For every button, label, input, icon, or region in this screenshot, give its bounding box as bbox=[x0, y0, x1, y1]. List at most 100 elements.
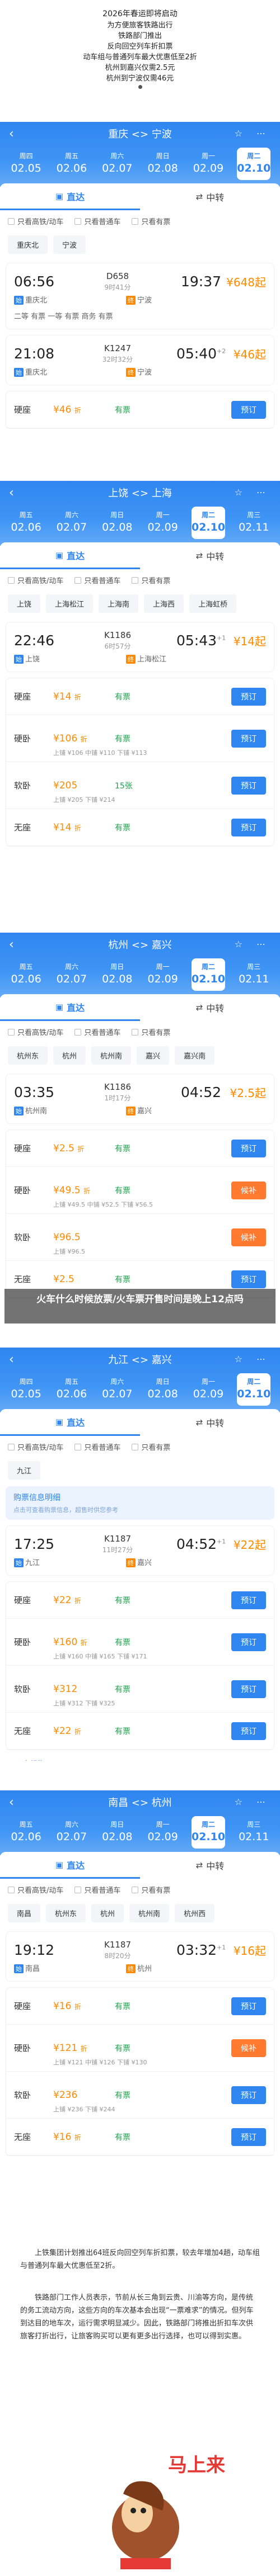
tab-transfer[interactable]: ⇄ 中转 bbox=[140, 183, 280, 210]
book-button[interactable]: 预订 bbox=[231, 400, 266, 419]
header-menu-icons[interactable]: ☆ ⋯ bbox=[235, 128, 271, 139]
book-button[interactable]: 预订 bbox=[231, 2086, 266, 2104]
date-option[interactable]: 周六 02.07 bbox=[100, 1373, 134, 1406]
station-chip[interactable]: 杭州南 bbox=[91, 1046, 132, 1065]
station-chip[interactable]: 杭州西 bbox=[175, 1904, 215, 1922]
station-chip[interactable]: 南昌 bbox=[8, 1904, 41, 1922]
back-arrow-icon[interactable]: ‹ bbox=[9, 127, 14, 141]
date-option[interactable]: 周二 02.10 bbox=[237, 1373, 270, 1406]
tab-transfer[interactable]: ⇄ 中转 bbox=[140, 994, 280, 1021]
filter-checkbox[interactable]: 只看普通车 bbox=[74, 575, 120, 585]
train-card[interactable]: 17:25 K1187 11时27分 04:52+1 ¥22起始九江终嘉兴 bbox=[6, 1525, 274, 1576]
station-chip[interactable]: 嘉兴 bbox=[137, 1046, 170, 1065]
date-option[interactable]: 周一 02.09 bbox=[146, 958, 180, 991]
station-chip[interactable]: 上饶 bbox=[8, 594, 41, 613]
filter-checkbox[interactable]: 只看有票 bbox=[132, 1027, 170, 1037]
filter-checkbox[interactable]: 只看高铁/动车 bbox=[8, 575, 63, 585]
date-option[interactable]: 周五 02.06 bbox=[55, 148, 88, 180]
back-arrow-icon[interactable]: ‹ bbox=[9, 486, 14, 500]
tab-transfer[interactable]: ⇄ 中转 bbox=[140, 542, 280, 569]
station-chip[interactable]: 嘉兴南 bbox=[175, 1046, 215, 1065]
tab-direct[interactable]: ▣ 直达 bbox=[0, 183, 140, 210]
station-chip[interactable]: 杭州 bbox=[53, 1046, 86, 1065]
back-arrow-icon[interactable]: ‹ bbox=[9, 1795, 14, 1809]
book-button[interactable]: 预订 bbox=[231, 776, 266, 795]
book-button[interactable]: 预订 bbox=[231, 1591, 266, 1609]
date-option[interactable]: 周六 02.07 bbox=[55, 1816, 88, 1849]
tab-direct[interactable]: ▣ 直达 bbox=[0, 1852, 140, 1879]
header-menu-icons[interactable]: ☆ ⋯ bbox=[235, 939, 271, 949]
date-option[interactable]: 周一 02.09 bbox=[146, 1816, 180, 1849]
book-button[interactable]: 预订 bbox=[231, 1722, 266, 1740]
date-option[interactable]: 周一 02.09 bbox=[192, 1373, 225, 1406]
book-button[interactable]: 预订 bbox=[231, 687, 266, 706]
date-option[interactable]: 周日 02.08 bbox=[100, 1816, 134, 1849]
tab-direct[interactable]: ▣ 直达 bbox=[0, 1409, 140, 1436]
filter-checkbox[interactable]: 只看普通车 bbox=[74, 1884, 120, 1895]
tab-transfer[interactable]: ⇄ 中转 bbox=[140, 1852, 280, 1879]
header-menu-icons[interactable]: ☆ ⋯ bbox=[235, 1354, 271, 1364]
filter-checkbox[interactable]: 只看高铁/动车 bbox=[8, 216, 63, 226]
tab-transfer[interactable]: ⇄ 中转 bbox=[140, 1409, 280, 1436]
filter-checkbox[interactable]: 只看有票 bbox=[132, 575, 170, 585]
waitlist-button[interactable]: 候补 bbox=[231, 2039, 266, 2057]
station-chip[interactable]: 杭州东 bbox=[8, 1046, 48, 1065]
filter-checkbox[interactable]: 只看高铁/动车 bbox=[8, 1027, 63, 1037]
tab-direct[interactable]: ▣ 直达 bbox=[0, 994, 140, 1021]
date-option[interactable]: 周二 02.10 bbox=[191, 958, 225, 991]
station-chip[interactable]: 重庆北 bbox=[8, 235, 48, 254]
station-chip[interactable]: 上海西 bbox=[144, 594, 184, 613]
date-option[interactable]: 周日 02.08 bbox=[100, 507, 134, 539]
train-card[interactable]: 06:56 D658 9时41分 19:37 ¥648起始重庆北 终宁波 二等 有票 一等 … bbox=[6, 263, 274, 329]
date-option[interactable]: 周五 02.06 bbox=[10, 958, 43, 991]
station-chip[interactable]: 上海虹桥 bbox=[189, 594, 237, 613]
date-option[interactable]: 周一 02.09 bbox=[192, 148, 225, 180]
station-chip[interactable]: 宁波 bbox=[53, 235, 86, 254]
date-option[interactable]: 周六 02.07 bbox=[55, 507, 88, 539]
station-chip[interactable]: 杭州东 bbox=[46, 1904, 86, 1922]
station-chip[interactable]: 杭州南 bbox=[129, 1904, 170, 1922]
back-arrow-icon[interactable]: ‹ bbox=[9, 938, 14, 952]
station-chip[interactable]: 九江 bbox=[8, 1461, 41, 1480]
book-button[interactable]: 预订 bbox=[231, 1997, 266, 2015]
filter-checkbox[interactable]: 只看有票 bbox=[132, 1441, 170, 1452]
date-option[interactable]: 周二 02.10 bbox=[191, 1816, 225, 1849]
filter-checkbox[interactable]: 只看有票 bbox=[132, 216, 170, 226]
date-option[interactable]: 周日 02.08 bbox=[146, 1373, 180, 1406]
date-option[interactable]: 周五 02.06 bbox=[55, 1373, 88, 1406]
header-menu-icons[interactable]: ☆ ⋯ bbox=[235, 487, 271, 498]
date-option[interactable]: 周三 02.11 bbox=[237, 507, 270, 539]
filter-checkbox[interactable]: 只看普通车 bbox=[74, 216, 120, 226]
filter-checkbox[interactable]: 只看高铁/动车 bbox=[8, 1884, 63, 1895]
filter-checkbox[interactable]: 只看普通车 bbox=[74, 1441, 120, 1452]
info-banner[interactable]: 购票信息明细 点击可查看购票信息，超售时供您参考 bbox=[6, 1486, 274, 1520]
waitlist-button[interactable]: 候补 bbox=[231, 1181, 266, 1199]
header-menu-icons[interactable]: ☆ ⋯ bbox=[235, 1797, 271, 1807]
date-option[interactable]: 周三 02.11 bbox=[237, 1816, 270, 1849]
book-button[interactable]: 预订 bbox=[231, 1139, 266, 1157]
date-option[interactable]: 周五 02.06 bbox=[10, 507, 43, 539]
date-option[interactable]: 周六 02.07 bbox=[100, 148, 134, 180]
book-button[interactable]: 预订 bbox=[231, 1270, 266, 1288]
date-option[interactable]: 周日 02.08 bbox=[100, 958, 134, 991]
book-button[interactable]: 预订 bbox=[231, 1680, 266, 1698]
station-chip[interactable]: 杭州 bbox=[91, 1904, 124, 1922]
date-option[interactable]: 周四 02.05 bbox=[10, 148, 43, 180]
date-option[interactable]: 周二 02.10 bbox=[191, 507, 225, 539]
date-option[interactable]: 周一 02.09 bbox=[146, 507, 180, 539]
back-arrow-icon[interactable]: ‹ bbox=[9, 1353, 14, 1367]
filter-checkbox[interactable]: 只看普通车 bbox=[74, 1027, 120, 1037]
station-chip[interactable]: 上海南 bbox=[99, 594, 139, 613]
filter-checkbox[interactable]: 只看高铁/动车 bbox=[8, 1441, 63, 1452]
train-card[interactable]: 19:12 K1187 8时20分 03:32+1 ¥16起始南昌终杭州 bbox=[6, 1931, 274, 1982]
date-option[interactable]: 周六 02.07 bbox=[55, 958, 88, 991]
date-option[interactable]: 周三 02.11 bbox=[237, 958, 270, 991]
date-option[interactable]: 周二 02.10 bbox=[237, 148, 270, 180]
book-button[interactable]: 预订 bbox=[231, 818, 266, 836]
station-chip[interactable]: 上海松江 bbox=[46, 594, 94, 613]
tab-direct[interactable]: ▣ 直达 bbox=[0, 542, 140, 569]
waitlist-button[interactable]: 候补 bbox=[231, 1228, 266, 1246]
filter-checkbox[interactable]: 只看有票 bbox=[132, 1884, 170, 1895]
date-option[interactable]: 周日 02.08 bbox=[146, 148, 180, 180]
train-card[interactable]: 03:35 K1186 1时17分 04:52 ¥2.5起始杭州南 终嘉兴 bbox=[6, 1074, 274, 1124]
